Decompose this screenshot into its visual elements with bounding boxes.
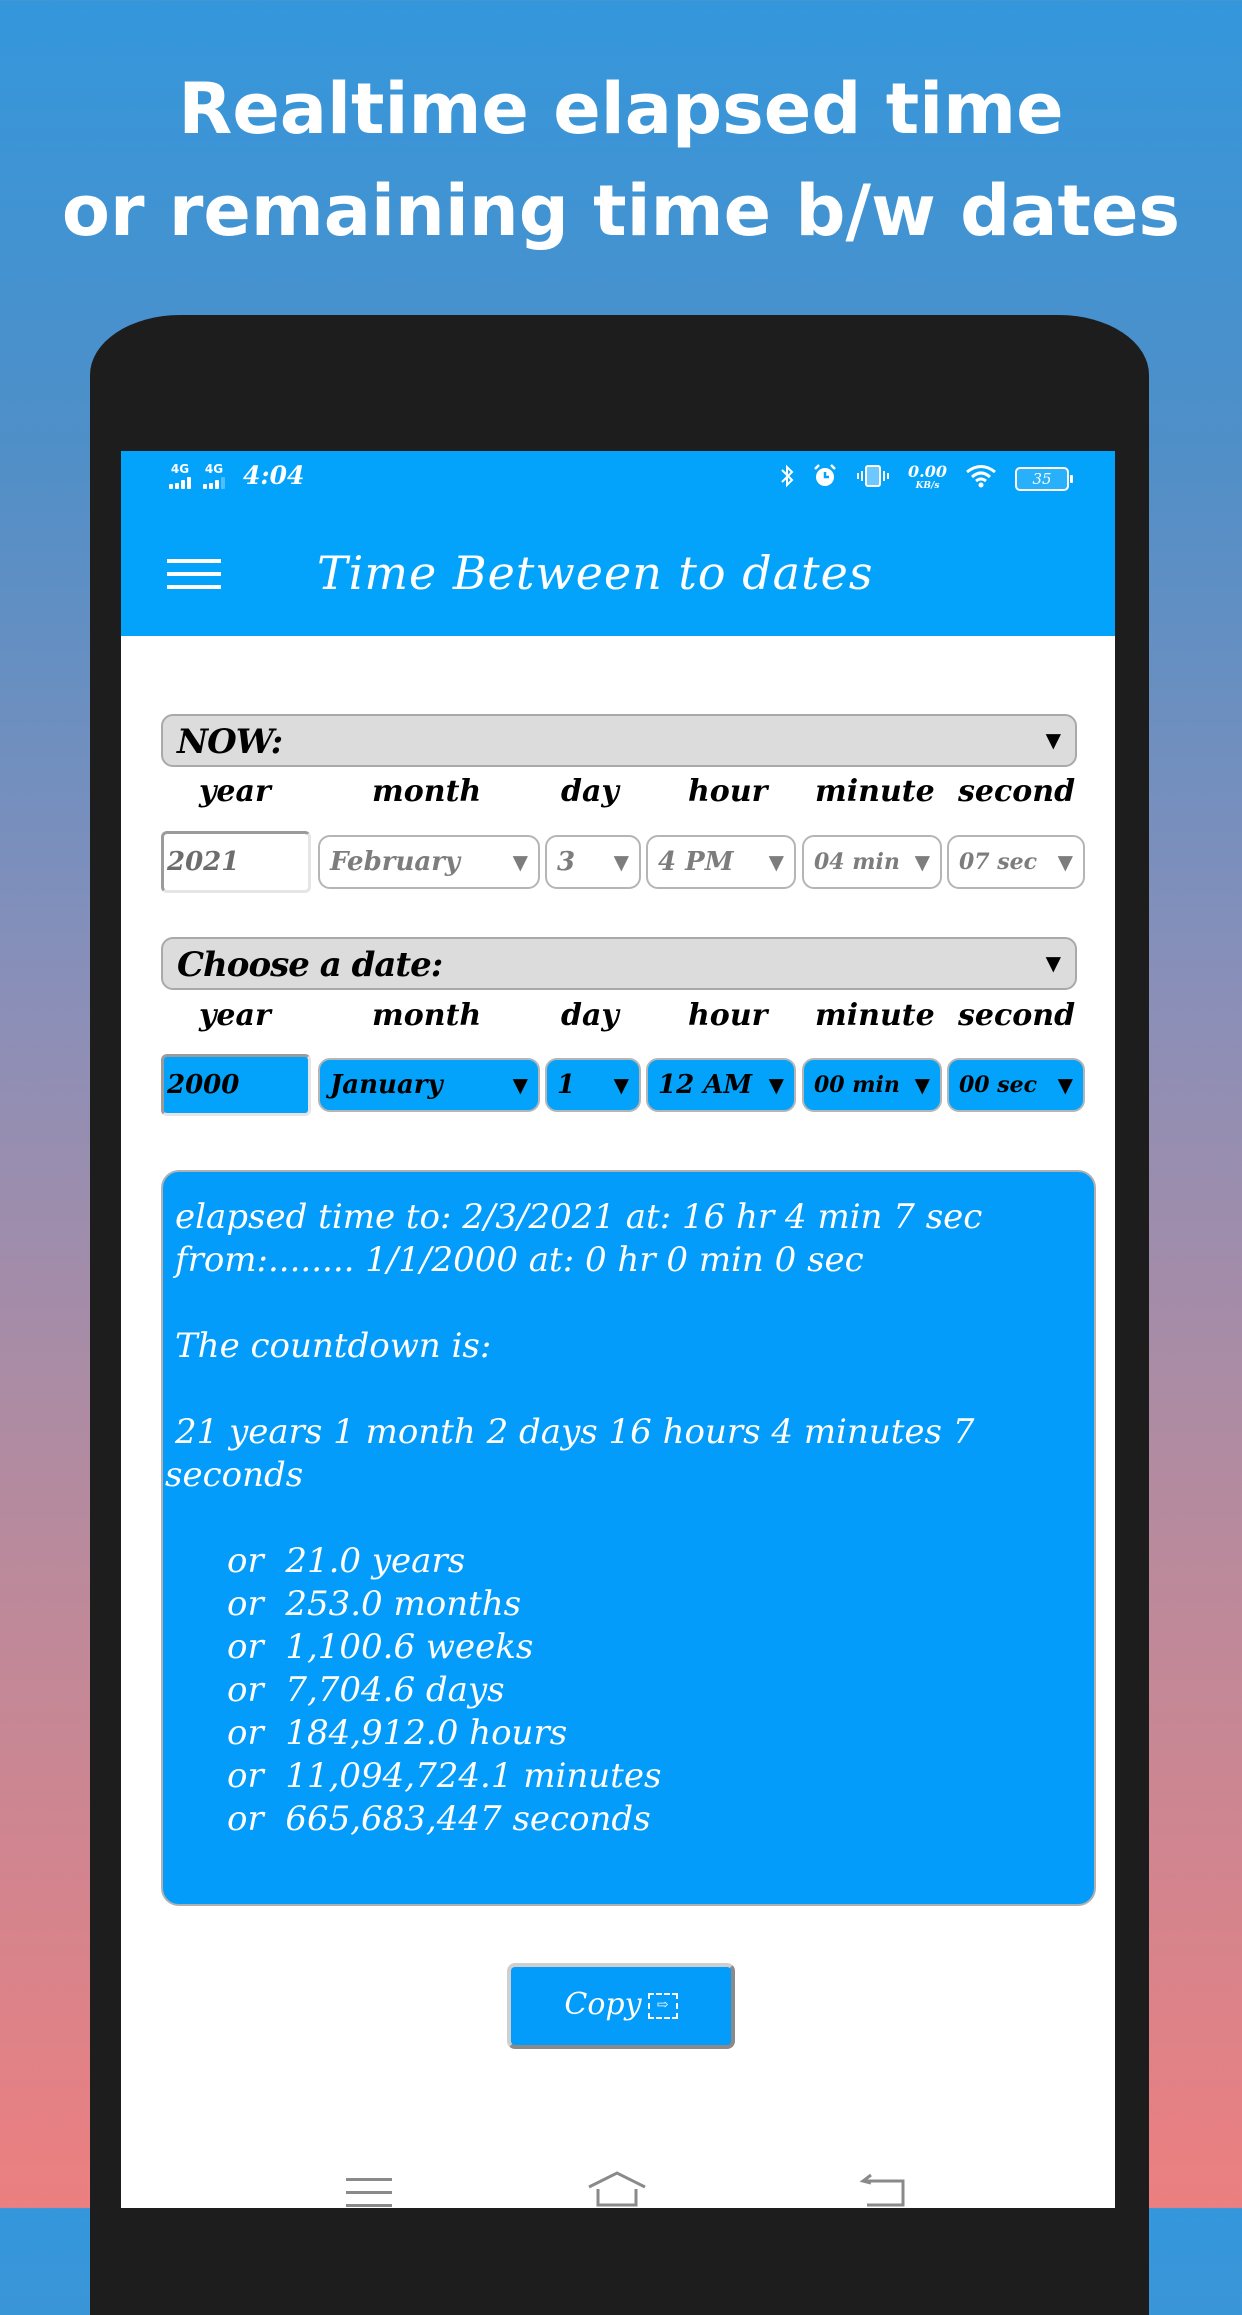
now-year-value: 2021 — [167, 847, 240, 877]
now-minute-select[interactable]: 04 min ▼ — [802, 835, 942, 889]
choose-date-dropdown[interactable]: Choose a date: ▼ — [161, 937, 1077, 990]
caret-down-icon: ▼ — [613, 1073, 629, 1097]
caret-down-icon: ▼ — [914, 1073, 930, 1097]
caret-down-icon: ▼ — [512, 850, 528, 874]
elapsed-from-line: from:........ 1/1/2000 at: 0 hr 0 min 0 … — [175, 1240, 864, 1280]
choose-year-input[interactable]: 2000 — [161, 1054, 311, 1116]
alt-years: or 21.0 years — [227, 1541, 466, 1581]
choose-inputs-row: 2000 January ▼ 1 ▼ 12 AM ▼ 00 min ▼ 00 sec ▼ — [161, 1054, 1085, 1116]
label-hour: hour — [688, 774, 768, 809]
copy-button[interactable]: Copy ⇨ — [507, 1963, 735, 2049]
alarm-icon — [812, 463, 838, 494]
home-icon[interactable] — [587, 2169, 647, 2208]
now-hour-select[interactable]: 4 PM ▼ — [646, 835, 796, 889]
now-month-select[interactable]: February ▼ — [318, 835, 540, 889]
caret-down-icon: ▼ — [1045, 951, 1061, 975]
caret-down-icon: ▼ — [914, 850, 930, 874]
alt-minutes: or 11,094,724.1 minutes — [227, 1756, 662, 1796]
alt-days: or 7,704.6 days — [227, 1670, 505, 1710]
now-hour-value: 4 PM — [658, 847, 734, 877]
choose-year-value: 2000 — [167, 1070, 240, 1100]
headline-line-2: or remaining time b/w dates — [61, 170, 1181, 252]
caret-down-icon: ▼ — [1057, 1073, 1073, 1097]
vibrate-icon — [856, 464, 890, 493]
now-day-select[interactable]: 3 ▼ — [545, 835, 641, 889]
alt-hours: or 184,912.0 hours — [227, 1713, 568, 1753]
now-minute-value: 04 min — [814, 849, 900, 875]
elapsed-to-line: elapsed time to: 2/3/2021 at: 16 hr 4 mi… — [175, 1197, 983, 1237]
choose-day-select[interactable]: 1 ▼ — [545, 1058, 641, 1112]
now-inputs-row: 2021 February ▼ 3 ▼ 4 PM ▼ 04 min ▼ 07 sec ▼ — [161, 831, 1085, 893]
status-bar: 4G 4G 4:04 0.00 KB/s 35 — [121, 451, 1115, 508]
data-rate: 0.00 KB/s — [908, 461, 947, 491]
now-year-input[interactable]: 2021 — [161, 831, 311, 893]
choose-minute-value: 00 min — [814, 1072, 900, 1098]
choose-month-value: January — [330, 1070, 443, 1100]
network-type: 4G — [170, 461, 190, 476]
bluetooth-icon — [780, 464, 794, 493]
now-second-value: 07 sec — [959, 849, 1038, 875]
label-day: day — [561, 998, 619, 1033]
choose-hour-value: 12 AM — [658, 1070, 753, 1100]
now-day-value: 3 — [557, 847, 576, 877]
network-type: 4G — [204, 461, 224, 476]
choose-second-value: 00 sec — [959, 1072, 1038, 1098]
label-second: second — [958, 774, 1076, 809]
label-month: month — [372, 774, 482, 809]
app-title: Time Between to dates — [317, 546, 874, 600]
choose-second-select[interactable]: 00 sec ▼ — [947, 1058, 1085, 1112]
wifi-icon — [965, 464, 997, 493]
countdown-label: The countdown is: — [175, 1326, 492, 1366]
battery-icon: 35 — [1015, 466, 1073, 491]
now-dropdown[interactable]: NOW: ▼ — [161, 714, 1077, 767]
now-column-labels: year month day hour minute second — [161, 774, 1077, 814]
caret-down-icon: ▼ — [1057, 850, 1073, 874]
hamburger-icon[interactable] — [167, 559, 221, 589]
caret-down-icon: ▼ — [1045, 728, 1061, 752]
result-panel: elapsed time to: 2/3/2021 at: 16 hr 4 mi… — [161, 1170, 1096, 1906]
headline-line-1: Realtime elapsed time — [178, 68, 1064, 150]
alt-months: or 253.0 months — [227, 1584, 522, 1624]
signal-icon: 4G — [203, 463, 225, 489]
label-minute: minute — [815, 774, 935, 809]
app-bar: Time Between to dates — [121, 508, 1115, 636]
caret-down-icon: ▼ — [512, 1073, 528, 1097]
caret-down-icon: ▼ — [613, 850, 629, 874]
choose-month-select[interactable]: January ▼ — [318, 1058, 540, 1112]
label-year: year — [199, 998, 271, 1033]
system-nav-bar — [121, 2151, 1115, 2208]
label-second: second — [958, 998, 1076, 1033]
label-month: month — [372, 998, 482, 1033]
choose-date-dropdown-label: Choose a date: — [177, 945, 443, 985]
caret-down-icon: ▼ — [768, 1073, 784, 1097]
menu-icon[interactable] — [346, 2178, 392, 2208]
copy-icon: ⇨ — [647, 1993, 678, 2019]
caret-down-icon: ▼ — [768, 850, 784, 874]
copy-button-label: Copy — [564, 1987, 642, 2022]
choose-hour-select[interactable]: 12 AM ▼ — [646, 1058, 796, 1112]
now-dropdown-label: NOW: — [177, 722, 283, 762]
alt-seconds: or 665,683,447 seconds — [227, 1799, 651, 1839]
now-month-value: February — [330, 847, 461, 877]
signal-icon: 4G — [169, 463, 191, 489]
clock: 4:04 — [243, 461, 305, 490]
choose-column-labels: year month day hour minute second — [161, 998, 1077, 1038]
choose-minute-select[interactable]: 00 min ▼ — [802, 1058, 942, 1112]
countdown-value: 21 years 1 month 2 days 16 hours 4 minut… — [165, 1412, 975, 1495]
now-second-select[interactable]: 07 sec ▼ — [947, 835, 1085, 889]
promo-headline: Realtime elapsed time or remaining time … — [0, 58, 1242, 262]
label-year: year — [199, 774, 271, 809]
alt-weeks: or 1,100.6 weeks — [227, 1627, 534, 1667]
choose-day-value: 1 — [557, 1070, 576, 1100]
phone-screen: 4G 4G 4:04 0.00 KB/s 35 Time Between to … — [121, 451, 1115, 2208]
back-icon[interactable] — [859, 2173, 907, 2207]
label-hour: hour — [688, 998, 768, 1033]
label-day: day — [561, 774, 619, 809]
label-minute: minute — [815, 998, 935, 1033]
